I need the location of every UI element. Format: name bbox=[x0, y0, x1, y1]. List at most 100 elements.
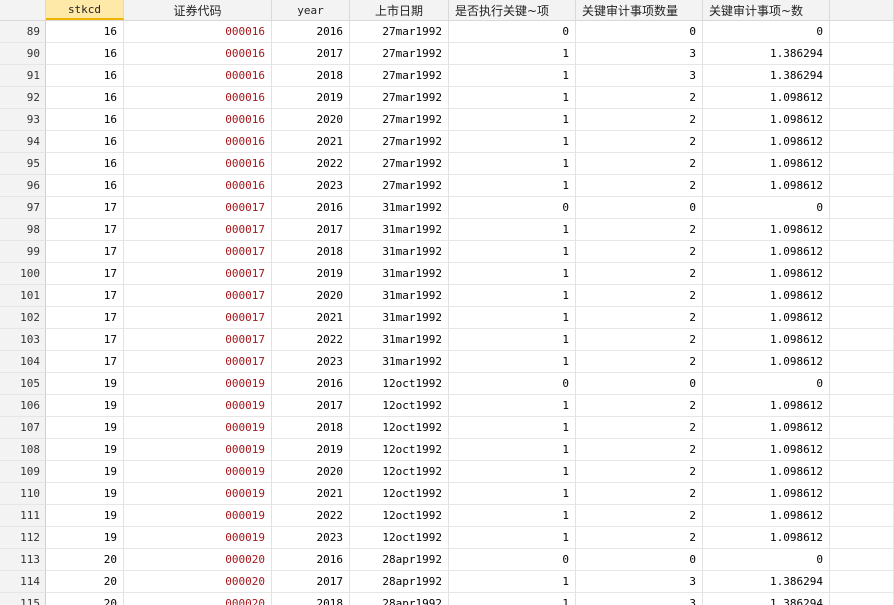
security-code-cell[interactable]: 000016 bbox=[124, 65, 272, 87]
table-row[interactable]: 105 19 000019 2016 12oct1992 0 0 0 bbox=[0, 373, 894, 395]
year-cell[interactable]: 2018 bbox=[272, 241, 350, 263]
security-code-cell[interactable]: 000017 bbox=[124, 241, 272, 263]
stkcd-cell[interactable]: 19 bbox=[46, 483, 124, 505]
kam-log-cell[interactable]: 1.098612 bbox=[703, 417, 830, 439]
security-code-cell[interactable]: 000019 bbox=[124, 373, 272, 395]
kam-count-cell[interactable]: 3 bbox=[576, 65, 703, 87]
listing-date-cell[interactable]: 12oct1992 bbox=[350, 461, 449, 483]
stkcd-cell[interactable]: 16 bbox=[46, 175, 124, 197]
row-number[interactable]: 112 bbox=[0, 527, 46, 549]
stkcd-cell[interactable]: 17 bbox=[46, 263, 124, 285]
stkcd-cell[interactable]: 16 bbox=[46, 109, 124, 131]
stkcd-cell[interactable]: 19 bbox=[46, 505, 124, 527]
stkcd-cell[interactable]: 16 bbox=[46, 43, 124, 65]
year-cell[interactable]: 2019 bbox=[272, 87, 350, 109]
column-header-security-code[interactable]: 证券代码 bbox=[124, 0, 272, 20]
year-cell[interactable]: 2020 bbox=[272, 285, 350, 307]
stkcd-cell[interactable]: 16 bbox=[46, 65, 124, 87]
kam-executed-cell[interactable]: 1 bbox=[449, 439, 576, 461]
kam-log-cell[interactable]: 1.098612 bbox=[703, 131, 830, 153]
kam-count-cell[interactable]: 2 bbox=[576, 417, 703, 439]
kam-count-cell[interactable]: 2 bbox=[576, 505, 703, 527]
row-number[interactable]: 109 bbox=[0, 461, 46, 483]
stkcd-cell[interactable]: 16 bbox=[46, 153, 124, 175]
kam-count-cell[interactable]: 0 bbox=[576, 21, 703, 43]
kam-count-cell[interactable]: 2 bbox=[576, 527, 703, 549]
row-number[interactable]: 96 bbox=[0, 175, 46, 197]
stkcd-cell[interactable]: 16 bbox=[46, 21, 124, 43]
table-row[interactable]: 109 19 000019 2020 12oct1992 1 2 1.098612 bbox=[0, 461, 894, 483]
table-row[interactable]: 107 19 000019 2018 12oct1992 1 2 1.098612 bbox=[0, 417, 894, 439]
table-row[interactable]: 114 20 000020 2017 28apr1992 1 3 1.386294 bbox=[0, 571, 894, 593]
kam-count-cell[interactable]: 2 bbox=[576, 263, 703, 285]
listing-date-cell[interactable]: 31mar1992 bbox=[350, 329, 449, 351]
column-header-year[interactable]: year bbox=[272, 0, 350, 20]
listing-date-cell[interactable]: 28apr1992 bbox=[350, 593, 449, 605]
kam-log-cell[interactable]: 1.098612 bbox=[703, 307, 830, 329]
security-code-cell[interactable]: 000017 bbox=[124, 219, 272, 241]
kam-count-cell[interactable]: 3 bbox=[576, 571, 703, 593]
kam-log-cell[interactable]: 1.098612 bbox=[703, 505, 830, 527]
security-code-cell[interactable]: 000017 bbox=[124, 351, 272, 373]
row-number[interactable]: 95 bbox=[0, 153, 46, 175]
stkcd-cell[interactable]: 19 bbox=[46, 527, 124, 549]
kam-log-cell[interactable]: 1.098612 bbox=[703, 175, 830, 197]
year-cell[interactable]: 2021 bbox=[272, 483, 350, 505]
listing-date-cell[interactable]: 27mar1992 bbox=[350, 65, 449, 87]
year-cell[interactable]: 2017 bbox=[272, 395, 350, 417]
kam-log-cell[interactable]: 0 bbox=[703, 549, 830, 571]
listing-date-cell[interactable]: 27mar1992 bbox=[350, 153, 449, 175]
kam-log-cell[interactable]: 1.386294 bbox=[703, 65, 830, 87]
row-number[interactable]: 92 bbox=[0, 87, 46, 109]
kam-log-cell[interactable]: 1.098612 bbox=[703, 109, 830, 131]
kam-log-cell[interactable]: 0 bbox=[703, 197, 830, 219]
stkcd-cell[interactable]: 17 bbox=[46, 285, 124, 307]
kam-log-cell[interactable]: 1.098612 bbox=[703, 285, 830, 307]
security-code-cell[interactable]: 000016 bbox=[124, 131, 272, 153]
listing-date-cell[interactable]: 12oct1992 bbox=[350, 439, 449, 461]
listing-date-cell[interactable]: 27mar1992 bbox=[350, 131, 449, 153]
kam-executed-cell[interactable]: 1 bbox=[449, 87, 576, 109]
year-cell[interactable]: 2016 bbox=[272, 21, 350, 43]
kam-log-cell[interactable]: 1.098612 bbox=[703, 241, 830, 263]
year-cell[interactable]: 2022 bbox=[272, 505, 350, 527]
kam-log-cell[interactable]: 1.386294 bbox=[703, 593, 830, 605]
row-number[interactable]: 111 bbox=[0, 505, 46, 527]
kam-log-cell[interactable]: 1.098612 bbox=[703, 395, 830, 417]
kam-count-cell[interactable]: 2 bbox=[576, 153, 703, 175]
security-code-cell[interactable]: 000017 bbox=[124, 285, 272, 307]
year-cell[interactable]: 2019 bbox=[272, 439, 350, 461]
kam-executed-cell[interactable]: 1 bbox=[449, 263, 576, 285]
security-code-cell[interactable]: 000016 bbox=[124, 43, 272, 65]
kam-log-cell[interactable]: 1.098612 bbox=[703, 153, 830, 175]
year-cell[interactable]: 2017 bbox=[272, 43, 350, 65]
row-number[interactable]: 98 bbox=[0, 219, 46, 241]
security-code-cell[interactable]: 000019 bbox=[124, 483, 272, 505]
year-cell[interactable]: 2016 bbox=[272, 549, 350, 571]
kam-executed-cell[interactable]: 1 bbox=[449, 593, 576, 605]
security-code-cell[interactable]: 000017 bbox=[124, 329, 272, 351]
kam-count-cell[interactable]: 2 bbox=[576, 395, 703, 417]
listing-date-cell[interactable]: 27mar1992 bbox=[350, 109, 449, 131]
security-code-cell[interactable]: 000016 bbox=[124, 87, 272, 109]
row-number[interactable]: 110 bbox=[0, 483, 46, 505]
kam-executed-cell[interactable]: 1 bbox=[449, 131, 576, 153]
table-row[interactable]: 111 19 000019 2022 12oct1992 1 2 1.098612 bbox=[0, 505, 894, 527]
listing-date-cell[interactable]: 31mar1992 bbox=[350, 263, 449, 285]
kam-executed-cell[interactable]: 1 bbox=[449, 153, 576, 175]
kam-count-cell[interactable]: 2 bbox=[576, 307, 703, 329]
stkcd-cell[interactable]: 20 bbox=[46, 549, 124, 571]
row-number-header[interactable] bbox=[0, 0, 46, 20]
security-code-cell[interactable]: 000019 bbox=[124, 417, 272, 439]
stkcd-cell[interactable]: 16 bbox=[46, 87, 124, 109]
security-code-cell[interactable]: 000020 bbox=[124, 549, 272, 571]
listing-date-cell[interactable]: 12oct1992 bbox=[350, 417, 449, 439]
table-row[interactable]: 115 20 000020 2018 28apr1992 1 3 1.386294 bbox=[0, 593, 894, 605]
stkcd-cell[interactable]: 20 bbox=[46, 571, 124, 593]
table-row[interactable]: 113 20 000020 2016 28apr1992 0 0 0 bbox=[0, 549, 894, 571]
kam-log-cell[interactable]: 1.386294 bbox=[703, 43, 830, 65]
kam-count-cell[interactable]: 2 bbox=[576, 87, 703, 109]
table-row[interactable]: 90 16 000016 2017 27mar1992 1 3 1.386294 bbox=[0, 43, 894, 65]
kam-executed-cell[interactable]: 1 bbox=[449, 505, 576, 527]
table-row[interactable]: 112 19 000019 2023 12oct1992 1 2 1.098612 bbox=[0, 527, 894, 549]
